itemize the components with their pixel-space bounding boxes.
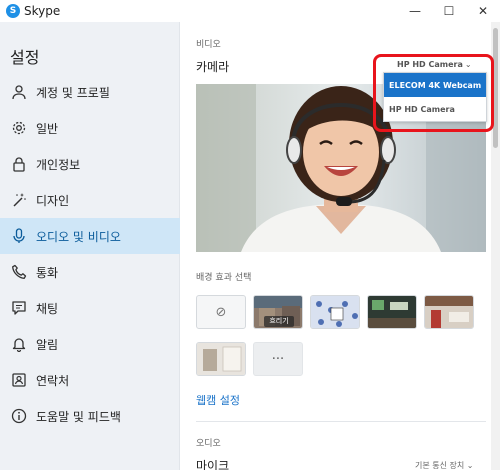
- no-effect-icon: ⊘: [215, 304, 227, 320]
- microphone-selected-value: 기본 통신 장치: [415, 461, 465, 470]
- sidebar-item-label: 계정 및 프로필: [36, 85, 110, 100]
- sidebar-item-audio-video[interactable]: 오디오 및 비디오: [0, 218, 180, 254]
- sidebar-item-general[interactable]: 일반: [0, 110, 180, 146]
- effect-none-option[interactable]: ⊘: [196, 295, 246, 329]
- sidebar-item-calls[interactable]: 통화: [0, 254, 180, 290]
- section-divider: [196, 421, 486, 422]
- more-icon: ···: [271, 351, 285, 367]
- info-icon: [2, 398, 36, 434]
- room-thumbnail-image: [368, 296, 416, 328]
- effect-office-option[interactable]: [424, 295, 474, 329]
- microphone-label: 마이크: [196, 459, 230, 470]
- microphone-select[interactable]: 기본 통신 장치 ⌄: [415, 460, 474, 470]
- sidebar-item-label: 채팅: [36, 301, 59, 316]
- phone-icon: [2, 254, 36, 290]
- close-button[interactable]: ✕: [466, 0, 500, 22]
- sidebar-item-label: 도움말 및 피드백: [36, 409, 121, 424]
- effect-pattern-option[interactable]: [310, 295, 360, 329]
- sidebar-item-label: 디자인: [36, 193, 70, 208]
- sidebar-item-design[interactable]: 디자인: [0, 182, 180, 218]
- blur-caption: 흐리기: [264, 316, 294, 327]
- more-effects-button[interactable]: ···: [253, 342, 303, 376]
- background-effects-label: 배경 효과 선택: [196, 273, 252, 283]
- sidebar-item-label: 일반: [36, 121, 59, 136]
- audio-section-label: 오디오: [196, 439, 221, 449]
- sidebar-item-contacts[interactable]: 연락처: [0, 362, 180, 398]
- sidebar-item-chat[interactable]: 채팅: [0, 290, 180, 326]
- chat-icon: [2, 290, 36, 326]
- skype-logo-icon: S: [6, 4, 20, 18]
- sidebar-item-label: 통화: [36, 265, 59, 280]
- sidebar-item-account-profile[interactable]: 계정 및 프로필: [0, 74, 180, 110]
- magic-wand-icon: [2, 182, 36, 218]
- effect-room-option[interactable]: [367, 295, 417, 329]
- effect-blur-option[interactable]: 흐리기: [253, 295, 303, 329]
- hallway-thumbnail-image: [197, 343, 245, 375]
- settings-title: 설정: [10, 48, 40, 67]
- office-thumbnail-image: [425, 296, 473, 328]
- sidebar-item-label: 알림: [36, 337, 59, 352]
- person-icon: [2, 74, 36, 110]
- minimize-button[interactable]: —: [398, 0, 432, 22]
- effect-hallway-option[interactable]: [196, 342, 246, 376]
- bell-icon: [2, 326, 36, 362]
- sidebar-item-notifications[interactable]: 알림: [0, 326, 180, 362]
- maximize-button[interactable]: ☐: [432, 0, 466, 22]
- camera-label: 카메라: [196, 60, 230, 74]
- microphone-icon: [2, 218, 36, 254]
- sidebar-item-label: 개인정보: [36, 157, 81, 172]
- sidebar-item-label: 오디오 및 비디오: [36, 229, 121, 244]
- lock-icon: [2, 146, 36, 182]
- video-section-label: 비디오: [196, 40, 221, 50]
- settings-sidebar: 설정 계정 및 프로필 일반 개인정보 디자인 오디오 및 비디오 통화 채팅 …: [0, 22, 180, 470]
- sidebar-item-help-feedback[interactable]: 도움말 및 피드백: [0, 398, 180, 434]
- title-bar: S Skype — ☐ ✕: [0, 0, 500, 22]
- sidebar-item-privacy[interactable]: 개인정보: [0, 146, 180, 182]
- window-title: Skype: [24, 4, 61, 18]
- contact-card-icon: [2, 362, 36, 398]
- sidebar-item-label: 연락처: [36, 373, 70, 388]
- pattern-thumbnail-image: [311, 296, 359, 328]
- webcam-settings-link[interactable]: 웹캠 설정: [196, 392, 240, 408]
- red-highlight-annotation: [373, 54, 494, 132]
- gear-icon: [2, 110, 36, 146]
